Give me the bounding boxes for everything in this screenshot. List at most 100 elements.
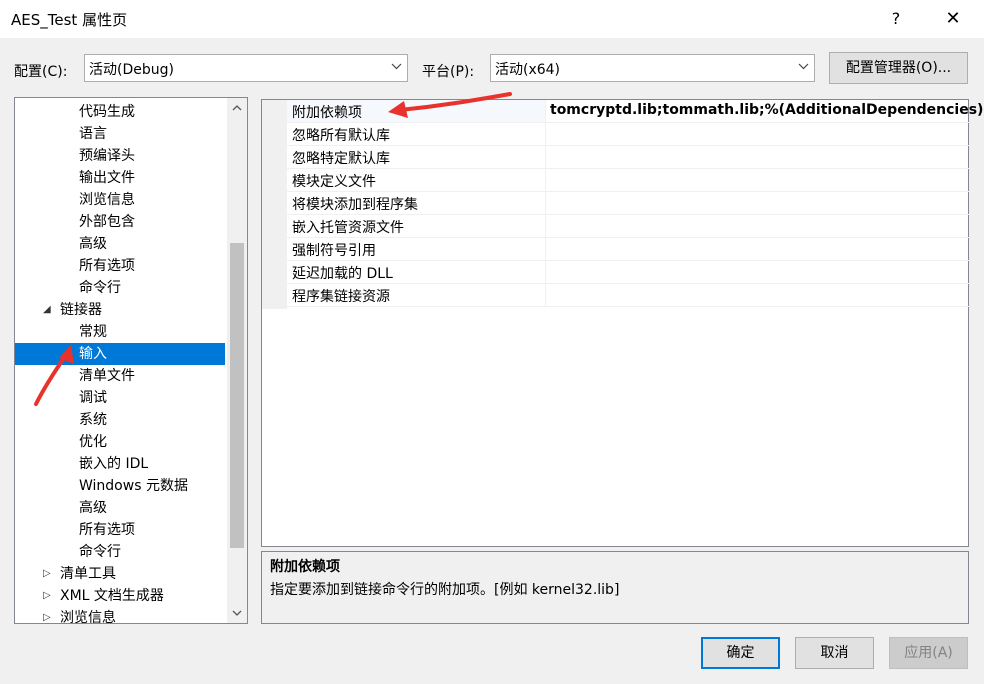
tree-item[interactable]: 调试 xyxy=(15,387,225,409)
tree-item-label: 链接器 xyxy=(60,302,102,318)
config-dropdown-value: 活动(Debug) xyxy=(89,62,174,78)
ok-button[interactable]: 确定 xyxy=(701,637,780,669)
tree-item[interactable]: 所有选项 xyxy=(15,519,225,541)
tree-item-label: 常规 xyxy=(79,324,107,340)
tree-item-label: 输出文件 xyxy=(79,170,135,186)
column-divider xyxy=(545,192,546,215)
tree-item-label: 浏览信息 xyxy=(79,192,135,208)
window-title: AES_Test 属性页 xyxy=(11,11,128,29)
collapsed-triangle-icon[interactable]: ▷ xyxy=(43,585,51,607)
scroll-down-icon[interactable] xyxy=(227,603,247,623)
tree-scrollbar[interactable] xyxy=(227,98,247,623)
tree-item[interactable]: 语言 xyxy=(15,123,225,145)
tree-item[interactable]: 预编译头 xyxy=(15,145,225,167)
config-dropdown[interactable]: 活动(Debug) xyxy=(84,54,408,82)
tree-item[interactable]: 优化 xyxy=(15,431,225,453)
tree-item-label: 命令行 xyxy=(79,280,121,296)
column-divider xyxy=(545,146,546,169)
property-row[interactable]: 附加依赖项 tomcryptd.lib;tommath.lib;%(Additio… xyxy=(287,100,983,123)
tree-item[interactable]: 清单文件 xyxy=(15,365,225,387)
property-row[interactable]: 忽略所有默认库 xyxy=(287,123,969,146)
platform-label: 平台(P): xyxy=(422,64,475,80)
property-name: 附加依赖项 xyxy=(292,105,362,121)
description-text: 指定要添加到链接命令行的附加项。[例如 kernel32.lib] xyxy=(270,582,620,598)
configuration-manager-button[interactable]: 配置管理器(O)... xyxy=(829,52,968,84)
property-name: 延迟加载的 DLL xyxy=(292,266,393,282)
cancel-button[interactable]: 取消 xyxy=(795,637,874,669)
property-row[interactable]: 程序集链接资源 xyxy=(287,284,969,307)
apply-button[interactable]: 应用(A) xyxy=(889,637,968,669)
tree-item-label: 语言 xyxy=(79,126,107,142)
property-grid: 附加依赖项 tomcryptd.lib;tommath.lib;%(Additio… xyxy=(261,99,983,547)
tree-item[interactable]: ◢ 链接器 xyxy=(15,299,225,321)
config-label: 配置(C): xyxy=(14,64,68,80)
platform-dropdown[interactable]: 活动(x64) xyxy=(490,54,815,82)
tree-item[interactable]: 嵌入的 IDL xyxy=(15,453,225,475)
property-row[interactable]: 将模块添加到程序集 xyxy=(287,192,969,215)
property-name: 模块定义文件 xyxy=(292,174,376,190)
tree-item-label: 所有选项 xyxy=(79,258,135,274)
chevron-down-icon xyxy=(391,63,402,73)
tree-item-label: 调试 xyxy=(79,390,107,406)
column-divider xyxy=(545,215,546,238)
tree-item[interactable]: 浏览信息 xyxy=(15,189,225,211)
tree-item-label: 预编译头 xyxy=(79,148,135,164)
close-button[interactable]: ✕ xyxy=(930,0,976,38)
grid-gutter xyxy=(262,100,287,309)
tree-item[interactable]: 命令行 xyxy=(15,277,225,299)
property-row[interactable]: 强制符号引用 xyxy=(287,238,969,261)
help-button[interactable]: ? xyxy=(873,0,919,38)
expanded-triangle-icon[interactable]: ◢ xyxy=(43,299,51,321)
tree-item-label: 嵌入的 IDL xyxy=(79,456,149,472)
description-title: 附加依赖项 xyxy=(270,559,340,575)
property-name: 将模块添加到程序集 xyxy=(292,197,418,213)
property-name: 忽略所有默认库 xyxy=(292,128,390,144)
tree-item-label: 系统 xyxy=(79,412,107,428)
chevron-down-icon xyxy=(798,63,809,73)
tree-item[interactable]: 系统 xyxy=(15,409,225,431)
tree-item-label: XML 文档生成器 xyxy=(60,588,164,604)
property-name: 强制符号引用 xyxy=(292,243,376,259)
tree-item[interactable]: 高级 xyxy=(15,233,225,255)
tree-item[interactable]: 外部包含 xyxy=(15,211,225,233)
tree-item[interactable]: Windows 元数据 xyxy=(15,475,225,497)
tree-item-label: 输入 xyxy=(79,346,107,362)
property-row[interactable]: 嵌入托管资源文件 xyxy=(287,215,969,238)
property-pages-window: AES_Test 属性页 ? ✕ 配置(C): 活动(Debug) 平台(P):… xyxy=(0,0,984,684)
property-row[interactable]: 模块定义文件 xyxy=(287,169,969,192)
tree-item-label: Windows 元数据 xyxy=(79,478,188,494)
platform-dropdown-value: 活动(x64) xyxy=(495,62,561,78)
tree-item[interactable]: 输入 xyxy=(15,343,225,365)
tree-item-label: 清单工具 xyxy=(60,566,116,582)
description-panel: 附加依赖项 指定要添加到链接命令行的附加项。[例如 kernel32.lib] xyxy=(261,551,969,624)
tree-item[interactable]: 常规 xyxy=(15,321,225,343)
property-name: 忽略特定默认库 xyxy=(292,151,390,167)
category-tree: 代码生成 语言 预编译头 输出文件 浏览信息 外部包含 高级 所有选项 命令行 ◢ 链接器 常规 输入清… xyxy=(14,97,248,624)
tree-item[interactable]: ▷ XML 文档生成器 xyxy=(15,585,225,607)
tree-item-label: 高级 xyxy=(79,500,107,516)
tree-item-label: 所有选项 xyxy=(79,522,135,538)
tree-item[interactable]: 代码生成 xyxy=(15,101,225,123)
property-row[interactable]: 忽略特定默认库 xyxy=(287,146,969,169)
column-divider xyxy=(545,100,546,123)
collapsed-triangle-icon[interactable]: ▷ xyxy=(43,563,51,585)
scroll-up-icon[interactable] xyxy=(227,98,247,118)
tree-item-label: 优化 xyxy=(79,434,107,450)
tree-item[interactable]: ▷ 浏览信息 xyxy=(15,607,225,623)
property-name: 嵌入托管资源文件 xyxy=(292,220,404,236)
tree-item-label: 外部包含 xyxy=(79,214,135,230)
tree-item[interactable]: 命令行 xyxy=(15,541,225,563)
column-divider xyxy=(545,238,546,261)
title-bar: AES_Test 属性页 ? ✕ xyxy=(0,0,984,38)
tree-item[interactable]: ▷ 清单工具 xyxy=(15,563,225,585)
scrollbar-thumb[interactable] xyxy=(230,243,244,548)
collapsed-triangle-icon[interactable]: ▷ xyxy=(43,607,51,623)
property-value[interactable]: tomcryptd.lib;tommath.lib;%(AdditionalDe… xyxy=(550,102,983,118)
column-divider xyxy=(545,261,546,284)
tree-item-label: 命令行 xyxy=(79,544,121,560)
tree-item[interactable]: 输出文件 xyxy=(15,167,225,189)
tree-item-label: 代码生成 xyxy=(79,104,135,120)
tree-item[interactable]: 高级 xyxy=(15,497,225,519)
property-row[interactable]: 延迟加载的 DLL xyxy=(287,261,969,284)
tree-item[interactable]: 所有选项 xyxy=(15,255,225,277)
